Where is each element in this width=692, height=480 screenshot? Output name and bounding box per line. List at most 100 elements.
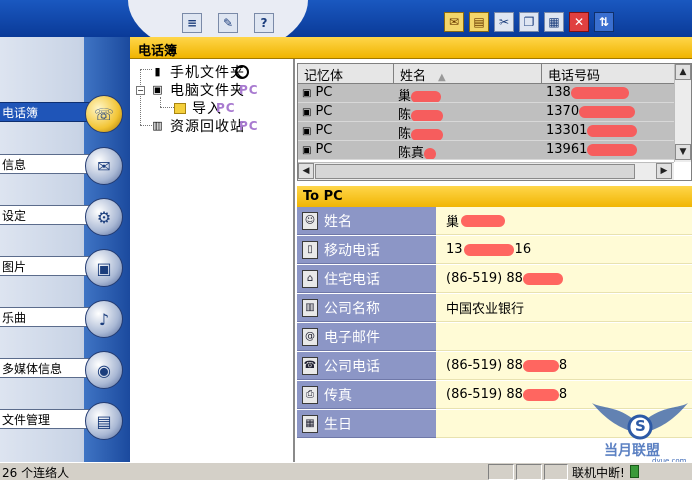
pc-icon: ▣: [302, 145, 312, 156]
field-value-suffix: 8: [558, 387, 568, 402]
scroll-up-icon[interactable]: ▲: [675, 64, 691, 80]
list-header: 记忆体 姓名 ▲ 电话号码: [298, 64, 674, 84]
nav-item-multimedia[interactable]: 多媒体信息 ◉: [0, 351, 124, 389]
scroll-down-icon[interactable]: ▼: [675, 144, 691, 160]
detail-row-office-phone[interactable]: ☎ 公司电话 (86-519) 88 8: [297, 352, 692, 381]
detail-row-email[interactable]: @ 电子邮件: [297, 323, 692, 352]
company-icon: ▥: [302, 298, 318, 317]
left-navigation: 电话簿 ☏ 信息 ✉ 设定 ⚙ 图片 ▣ 乐曲 ♪ 多媒体信息 ◉ 文件管理 ▤: [0, 37, 130, 462]
settings-icon: ⚙: [85, 198, 123, 236]
field-value-cell[interactable]: 中国农业银行: [436, 294, 692, 322]
contact-list: 记忆体 姓名 ▲ 电话号码 ▣ PC 巢 138 ▣ PC 陈 1370 ▣ PC 陈 …: [297, 63, 692, 181]
field-value-cell[interactable]: 巢: [436, 207, 692, 235]
column-header-memory[interactable]: 记忆体: [298, 64, 394, 84]
phone-status-icon: [630, 465, 639, 478]
envelope-icon: ✉: [85, 147, 123, 185]
mobile-phone-icon: ▮: [154, 65, 162, 78]
nav-item-label: 乐曲: [0, 307, 96, 327]
help-icon[interactable]: ?: [254, 13, 274, 33]
field-label: 住宅电话: [324, 271, 380, 288]
redaction-mark: [570, 86, 629, 99]
file-box-icon: ▤: [85, 402, 123, 440]
table-row[interactable]: ▣ PC 陈真 13961: [298, 141, 674, 160]
field-value-cell[interactable]: (86-519) 88 8: [436, 352, 692, 380]
nav-item-label: 设定: [0, 205, 96, 225]
detail-row-company[interactable]: ▥ 公司名称 中国农业银行: [297, 294, 692, 323]
edit-icon[interactable]: ✎: [218, 13, 238, 33]
horizontal-scrollbar[interactable]: ◀ ▶: [298, 162, 674, 180]
nav-item-file-manager[interactable]: 文件管理 ▤: [0, 402, 124, 440]
pc-icon: ▣: [302, 126, 312, 137]
person-icon: ☺: [302, 211, 318, 230]
mail-icon[interactable]: ✉: [444, 12, 464, 32]
home-phone-icon: ⌂: [302, 269, 318, 288]
tree-item-pc-folder[interactable]: ▣ 电脑文件夹 PC: [152, 81, 259, 99]
connection-status: 联机中断!: [572, 466, 625, 480]
field-label-cell: ▯ 移动电话: [297, 236, 436, 264]
field-value-cell[interactable]: (86-519) 88: [436, 265, 692, 293]
redaction-mark: [411, 90, 442, 102]
detail-row-home-phone[interactable]: ⌂ 住宅电话 (86-519) 88: [297, 265, 692, 294]
status-cell: [488, 464, 514, 480]
folder-tree: ▮ 手机文件夹 − ▣ 电脑文件夹 PC 导入 PC ▥ 资源回收站 PC: [130, 59, 295, 462]
status-cell: [544, 464, 568, 480]
field-value: (86-519) 88: [446, 358, 523, 373]
field-value: (86-519) 88: [446, 271, 523, 286]
vertical-scrollbar[interactable]: ▲ ▼: [674, 64, 691, 162]
status-bar: 26 个连络人 联机中断!: [0, 462, 692, 480]
detail-row-name[interactable]: ☺ 姓名 巢: [297, 207, 692, 236]
pc-icon: ▣: [302, 107, 312, 118]
tree-item-label: 电脑文件夹: [170, 83, 245, 99]
detail-row-mobile[interactable]: ▯ 移动电话 13 16: [297, 236, 692, 265]
field-value: 巢: [446, 215, 460, 230]
tools-icon[interactable]: ✂: [494, 12, 514, 32]
tree-connector: [140, 69, 152, 70]
table-row[interactable]: ▣ PC 巢 138: [298, 84, 674, 103]
document-icon[interactable]: ≡: [182, 13, 202, 33]
paste-icon[interactable]: ▦: [544, 12, 564, 32]
redaction-mark: [579, 105, 636, 118]
picture-icon: ▣: [85, 249, 123, 287]
table-row[interactable]: ▣ PC 陈 1370: [298, 103, 674, 122]
field-label: 姓名: [324, 213, 352, 230]
cell-memory: PC: [315, 85, 333, 100]
cell-phone: 1370: [546, 104, 580, 119]
nav-item-phonebook[interactable]: 电话簿 ☏: [0, 95, 124, 133]
nav-item-pictures[interactable]: 图片 ▣: [0, 249, 124, 287]
pc-icon: ▣: [302, 88, 312, 99]
field-label: 电子邮件: [324, 329, 380, 346]
field-label: 公司电话: [324, 358, 380, 375]
sort-icon[interactable]: ⇅: [594, 12, 614, 32]
scroll-left-icon[interactable]: ◀: [298, 163, 314, 179]
column-header-phone[interactable]: 电话号码: [542, 64, 674, 84]
field-value-cell[interactable]: 13 16: [436, 236, 692, 264]
field-label-cell: ▥ 公司名称: [297, 294, 436, 322]
field-value: 13: [446, 242, 463, 257]
top-toolbar: ≡ ✎ ? ✉ ▤ ✂ ❐ ▦ ✕ ⇅: [0, 0, 692, 56]
scroll-thumb[interactable]: [315, 164, 635, 179]
cell-memory: PC: [315, 123, 333, 138]
nav-item-messages[interactable]: 信息 ✉: [0, 147, 124, 185]
nav-item-music[interactable]: 乐曲 ♪: [0, 300, 124, 338]
field-label: 生日: [324, 416, 352, 433]
tree-item-import[interactable]: 导入 PC: [174, 99, 236, 117]
open-folder-icon[interactable]: ▤: [469, 12, 489, 32]
tree-item-recycle-bin[interactable]: ▥ 资源回收站 PC: [152, 117, 259, 135]
redaction-mark: [463, 243, 514, 256]
nav-item-settings[interactable]: 设定 ⚙: [0, 198, 124, 236]
column-header-name[interactable]: 姓名 ▲: [394, 64, 542, 84]
redaction-mark: [461, 214, 506, 227]
field-label: 移动电话: [324, 242, 380, 259]
redaction-mark: [587, 124, 638, 137]
close-icon[interactable]: ✕: [569, 12, 589, 32]
field-value-cell[interactable]: [436, 323, 692, 351]
cell-name: 巢: [398, 89, 412, 102]
scroll-right-icon[interactable]: ▶: [656, 163, 672, 179]
field-label-cell: ☎ 公司电话: [297, 352, 436, 380]
table-row[interactable]: ▣ PC 陈 13301: [298, 122, 674, 141]
tree-item-phone-folder[interactable]: ▮ 手机文件夹: [152, 63, 249, 81]
copy-icon[interactable]: ❐: [519, 12, 539, 32]
field-label-cell: ⎙ 传真: [297, 381, 436, 409]
contact-count: 26 个连络人: [2, 466, 70, 480]
collapse-icon[interactable]: −: [136, 86, 145, 95]
